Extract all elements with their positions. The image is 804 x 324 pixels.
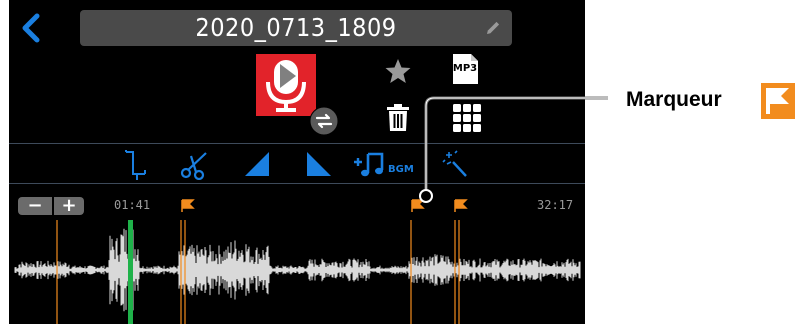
marker-flag-icon [761,83,795,119]
marker-callout-line [419,96,608,203]
marker-callout-label: Marqueur [626,88,722,111]
